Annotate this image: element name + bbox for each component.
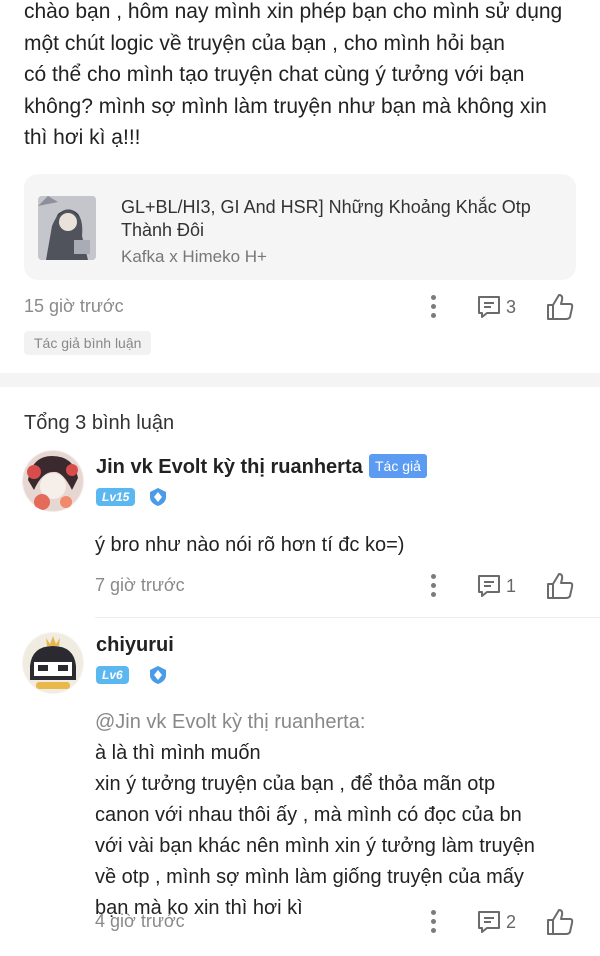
reply-line: ý bro như nào nói rõ hơn tí đc ko=): [95, 534, 405, 556]
reply-line: @Jin vk Evolt kỳ thị ruanherta: à là thì…: [95, 707, 535, 769]
story-subtitle: Kafka x Himeko H+: [121, 247, 267, 266]
comment-time: 4 giờ trước: [95, 911, 185, 931]
reply-count: 3: [506, 297, 517, 317]
like-button[interactable]: [545, 292, 575, 322]
story-cover-image: [38, 196, 96, 260]
shield-icon: [150, 488, 166, 506]
reply-line-rest: à là thì mình muốn: [95, 742, 261, 764]
reply-line: canon với nhau thôi ấy , mà mình có đọc …: [95, 804, 522, 826]
comment-time: 7 giờ trước: [95, 575, 185, 595]
reply-text: ý bro như nào nói rõ hơn tí đc ko=): [95, 530, 404, 561]
author-badge: Tác giả: [369, 454, 427, 478]
author-commented-tag: Tác giả bình luận: [24, 331, 152, 355]
like-button[interactable]: [545, 907, 575, 937]
comment-icon: [478, 296, 500, 318]
comment-icon: [478, 575, 500, 597]
like-button[interactable]: [545, 571, 575, 601]
reply-button[interactable]: 1: [476, 573, 526, 601]
reply-button[interactable]: 3: [476, 294, 526, 322]
username[interactable]: Jin vk Evolt kỳ thị ruanherta: [96, 456, 363, 479]
more-vertical-icon[interactable]: [428, 907, 438, 937]
level-badge: Lv15: [96, 488, 136, 506]
thumbs-up-icon: [547, 909, 574, 935]
story-card[interactable]: GL+BL/HI3, GI And HSR] Những Khoảng Khắc…: [24, 174, 576, 280]
reply-line: về otp , mình sợ mình làm giống truyện c…: [95, 866, 524, 888]
thumbs-up-icon: [547, 294, 574, 320]
comment-line: không? mình sợ mình làm truyện như bạn m…: [24, 94, 547, 118]
reply-count: 1: [506, 576, 517, 596]
more-vertical-icon[interactable]: [428, 292, 438, 322]
level-badge: Lv6: [96, 666, 129, 684]
comment-line: một chút logic về truyện của bạn , cho m…: [24, 31, 505, 55]
total-comments-label: Tổng 3 bình luận: [24, 412, 175, 434]
reply-divider: [95, 617, 600, 618]
comment-time: 15 giờ trước: [24, 296, 124, 316]
section-divider: [0, 373, 600, 387]
avatar[interactable]: [22, 632, 84, 694]
avatar[interactable]: [22, 450, 84, 512]
mention-link[interactable]: @Jin vk Evolt kỳ thị ruanherta:: [95, 707, 535, 738]
reply-count: 2: [506, 912, 517, 932]
comment-actions: 4 giờ trước 2: [0, 905, 600, 939]
main-comment: chào bạn , hôm nay mình xin phép bạn cho…: [0, 0, 600, 370]
shield-icon: [150, 666, 166, 684]
comment-actions: 7 giờ trước 1: [0, 569, 600, 603]
main-comment-text: chào bạn , hôm nay mình xin phép bạn cho…: [24, 0, 584, 154]
reply-button[interactable]: 2: [476, 909, 526, 937]
comment-actions: 15 giờ trước 3: [0, 290, 600, 324]
reply-text: @Jin vk Evolt kỳ thị ruanherta: à là thì…: [95, 707, 535, 924]
reply-line: với vài bạn khác nên mình xin ý tưởng là…: [95, 835, 535, 857]
comment-line: có thể cho mình tạo truyện chat cùng ý t…: [24, 63, 525, 86]
thumbs-up-icon: [547, 573, 574, 599]
comment-line: chào bạn , hôm nay mình xin phép bạn cho…: [24, 0, 563, 23]
comment-line: thì hơi kì ạ!!!: [24, 126, 141, 149]
username[interactable]: chiyurui: [96, 634, 174, 657]
reply-line: xin ý tưởng truyện của bạn , để thỏa mãn…: [95, 773, 496, 795]
story-title: GL+BL/HI3, GI And HSR] Những Khoảng Khắc…: [121, 197, 531, 240]
more-vertical-icon[interactable]: [428, 571, 438, 601]
comment-icon: [478, 911, 500, 933]
